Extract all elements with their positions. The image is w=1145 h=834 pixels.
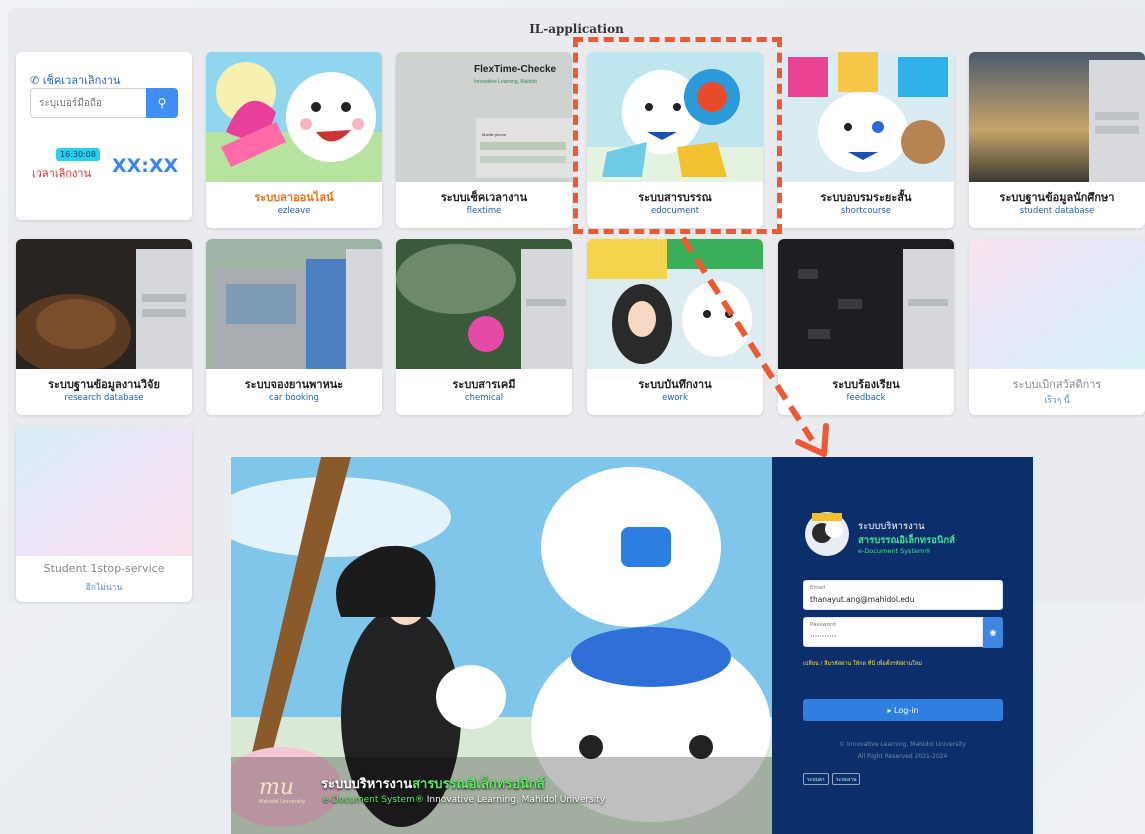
- app-sub: ezleave: [277, 206, 311, 216]
- app-name: ระบบจองยานพาหนะ: [244, 378, 344, 391]
- app-card-student-1stop[interactable]: Student 1stop-service อีกไม่นาน: [16, 426, 192, 602]
- check-time-title-text: เช็คเวลาเลิกงาน: [42, 74, 121, 87]
- svg-text:Innovative Learning, Mahido: Innovative Learning, Mahido: [474, 79, 537, 85]
- chemical-thumbnail: [396, 239, 572, 369]
- login-form-panel: ระบบบริหารงาน สารบรรณอิเล็กทรอนิกส์ e-Do…: [772, 457, 1033, 834]
- app-name: ระบบร้องเรียน: [832, 378, 900, 391]
- feedback-thumbnail: [778, 239, 954, 369]
- forgot-password-link[interactable]: เปลี่ยน / ลืมรหัสผ่าน ให้กด ที่นี่ เพื่อ…: [803, 660, 922, 668]
- app-card-flextime[interactable]: FlexTime-Checke Innovative Learning, Mah…: [396, 52, 572, 228]
- caption-main: ระบบบริหารงาน: [321, 777, 413, 792]
- app-sub: car booking: [269, 393, 319, 403]
- end-time-value: XX:XX: [112, 155, 179, 177]
- brand-line-3: e-Document System®: [858, 547, 931, 555]
- app-card-shortcourse[interactable]: ระบบอบรมระยะสั้น shortcourse: [778, 52, 954, 228]
- app-name: Student 1stop-service: [43, 562, 165, 575]
- app-name: ระบบฐานข้อมูลงานวิจัย: [48, 378, 160, 391]
- password-value: ···········: [810, 632, 837, 641]
- ezleave-thumbnail: [206, 52, 382, 182]
- app-card-student-database[interactable]: ระบบฐานข้อมูลนักศึกษา student database: [969, 52, 1145, 228]
- app-name: ระบบอบรมระยะสั้น: [820, 191, 912, 204]
- app-sub: เร็วๆ นี้: [1044, 396, 1070, 406]
- mahidol-logo: mu: [259, 775, 295, 800]
- caption-sub-green: e-Document System®: [323, 795, 424, 805]
- caption-sub-text: Innovative Learning, Mahidol University: [426, 795, 606, 805]
- app-name: ระบบฐานข้อมูลนักศึกษา: [999, 191, 1115, 204]
- edocument-highlight-box: [573, 37, 782, 234]
- app-card-ezleave[interactable]: ระบบลาออนไลน์ ezleave: [206, 52, 382, 228]
- password-label: Password: [810, 622, 836, 628]
- svg-text:FlexTime-Checke: FlexTime-Checke: [474, 64, 557, 75]
- app-name: ระบบลาออนไลน์: [254, 191, 334, 204]
- password-field[interactable]: Password ···········: [803, 617, 983, 647]
- app-sub: flextime: [466, 206, 502, 216]
- app-sub: อีกไม่นาน: [85, 583, 123, 593]
- eye-icon: ◉: [989, 628, 997, 637]
- brand-line-2: สารบรรณอิเล็กทรอนิกส์: [858, 535, 955, 546]
- research-database-thumbnail: [16, 239, 192, 369]
- ework-thumbnail: [587, 239, 763, 369]
- brand-line-1: ระบบบริหารงาน: [858, 521, 925, 532]
- app-sub: feedback: [846, 393, 886, 403]
- work-system-button[interactable]: ระบบงาน: [832, 773, 861, 785]
- flextime-thumbnail: FlexTime-Checke Innovative Learning, Mah…: [396, 52, 572, 182]
- app-sub: shortcourse: [840, 206, 892, 216]
- mahidol-logo-sub: Mahidol University: [259, 799, 306, 805]
- show-password-button[interactable]: ◉: [983, 617, 1003, 648]
- phone-icon: ✆: [30, 74, 43, 87]
- student-database-thumbnail: [969, 52, 1145, 182]
- app-card-chemical[interactable]: ระบบสารเคมี chemical: [396, 239, 572, 415]
- app-sub: ework: [662, 393, 688, 403]
- leave-system-button[interactable]: ระบบลา: [803, 773, 829, 785]
- car-booking-thumbnail: [206, 239, 382, 369]
- app-card-ework[interactable]: ระบบบันทึกงาน ework: [587, 239, 763, 415]
- app-sub: student database: [1019, 206, 1095, 216]
- student-1stop-thumbnail: [16, 426, 192, 556]
- end-time-label: เวลาเลิกงาน: [32, 167, 92, 180]
- welfare-thumbnail: [969, 239, 1145, 369]
- search-button[interactable]: ⚲: [146, 88, 178, 118]
- edocument-login-preview: mu Mahidol University ระบบบริหารงานสารบร…: [231, 457, 1033, 834]
- app-card-feedback[interactable]: ระบบร้องเรียน feedback: [778, 239, 954, 415]
- app-name: ระบบเช็คเวลางาน: [440, 191, 528, 204]
- app-card-welfare[interactable]: ระบบเบิกสวัสดิการ เร็วๆ นี้: [969, 239, 1145, 415]
- caption-green: สารบรรณอิเล็กทรอนิกส์: [412, 777, 545, 792]
- panel-title: IL-application: [529, 22, 624, 36]
- app-card-car-booking[interactable]: ระบบจองยานพาหนะ car booking: [206, 239, 382, 415]
- check-time-card: ✆ เช็คเวลาเลิกงาน ⚲ 16:30:08 เวลาเลิกงาน…: [16, 52, 192, 220]
- login-caption: ระบบบริหารงานสารบรรณอิเล็กทรอนิกส์: [321, 773, 545, 794]
- email-value: thanayut.ang@mahidol.edu: [810, 595, 915, 604]
- app-name: ระบบบันทึกงาน: [638, 378, 712, 391]
- copyright-line-1: © Innovative Learning, Mahidol Universit…: [839, 741, 966, 748]
- app-card-research-database[interactable]: ระบบฐานข้อมูลงานวิจัย research database: [16, 239, 192, 415]
- phone-input[interactable]: [30, 88, 146, 118]
- login-button[interactable]: ▸ Log-in: [803, 699, 1003, 721]
- current-time-badge: 16:30:08: [56, 148, 100, 161]
- app-sub: chemical: [464, 393, 504, 403]
- edoc-mascot-icon: [805, 512, 849, 556]
- app-name: ระบบสารเคมี: [452, 378, 516, 391]
- app-name: ระบบเบิกสวัสดิการ: [1012, 378, 1102, 391]
- svg-text:Mobile phone: Mobile phone: [482, 132, 507, 137]
- email-label: Email: [810, 585, 826, 591]
- email-field[interactable]: Email thanayut.ang@mahidol.edu: [803, 580, 1003, 610]
- app-sub: research database: [64, 393, 144, 403]
- search-icon: ⚲: [157, 96, 167, 110]
- copyright-line-2: All Right Reserved 2021-2024: [857, 753, 948, 760]
- check-time-title: ✆ เช็คเวลาเลิกงาน: [30, 71, 120, 89]
- shortcourse-thumbnail: [778, 52, 954, 182]
- login-caption-sub: e-Document System® Innovative Learning, …: [323, 795, 605, 805]
